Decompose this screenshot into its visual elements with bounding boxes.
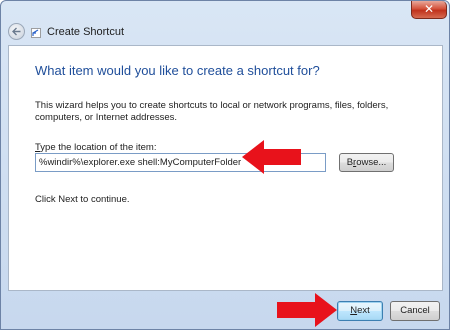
back-arrow-icon — [12, 27, 21, 36]
back-button[interactable] — [8, 23, 25, 40]
location-label-text: ype the location of the item: — [40, 142, 157, 153]
close-button[interactable]: ✕ — [411, 1, 447, 19]
continue-instruction: Click Next to continue. — [35, 194, 130, 205]
window-title: Create Shortcut — [47, 26, 125, 38]
shortcut-icon — [31, 28, 41, 38]
red-arrow-icon — [277, 293, 337, 327]
wizard-heading: What item would you like to create a sho… — [35, 63, 320, 78]
close-icon: ✕ — [423, 2, 435, 16]
next-button[interactable]: Next — [337, 301, 383, 321]
title-bar: Create Shortcut ✕ — [1, 1, 449, 45]
next-label-text: ext — [357, 305, 370, 316]
browse-label-end: owse... — [356, 157, 387, 168]
wizard-description: This wizard helps you to create shortcut… — [35, 100, 389, 123]
location-label: Type the location of the item: — [35, 142, 156, 153]
create-shortcut-window: Create Shortcut ✕ What item would you li… — [0, 0, 450, 330]
wizard-page: What item would you like to create a sho… — [8, 45, 443, 291]
red-arrow-icon — [242, 140, 301, 174]
browse-button[interactable]: Browse... — [339, 153, 394, 172]
cancel-button[interactable]: Cancel — [390, 301, 440, 321]
